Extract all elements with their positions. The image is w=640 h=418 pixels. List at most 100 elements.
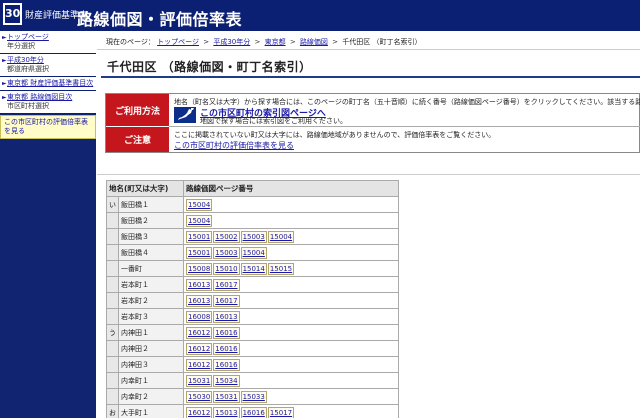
table-header-row: 地名(町又は大字) 路線価図ページ番号: [106, 180, 399, 197]
kana-index-cell: お: [106, 404, 119, 418]
arrow-right-icon: ►: [2, 80, 7, 87]
town-name-cell: 大手町１: [118, 404, 184, 418]
town-name-cell: 飯田橋３: [118, 228, 184, 245]
town-name-cell: 内幸町１: [118, 372, 184, 389]
page-number-link[interactable]: 16017: [213, 294, 240, 307]
page-number-link[interactable]: 15015: [267, 262, 295, 275]
town-name-cell: 一番町: [118, 260, 184, 277]
town-name-cell: 岩本町３: [118, 308, 184, 325]
table-row: う内神田１ 16012 16016: [106, 324, 399, 341]
sidebar-link-top[interactable]: トップページ: [7, 33, 49, 41]
table-row: 飯田橋２ 15004: [106, 212, 399, 229]
page-number-link[interactable]: 15004: [240, 246, 267, 259]
town-name-cell: 内神田１: [118, 324, 184, 341]
page-number-link[interactable]: 16012: [186, 326, 213, 339]
sidebar-item-sub: 年分選択: [7, 42, 35, 50]
sidebar-item-year[interactable]: ► 平成30年分 都道府県選択: [0, 54, 96, 77]
sidebar-link-contents[interactable]: 東京都 財産評価基準書目次: [7, 79, 93, 87]
page-number-link[interactable]: 16013: [186, 294, 213, 307]
title-underline: [101, 76, 640, 78]
sidebar-rate-table-link[interactable]: この市区町村の評価倍率表を見る: [0, 115, 96, 139]
page-links-cell: 16008 16013: [183, 308, 399, 325]
sidebar-item-contents[interactable]: ► 東京都 財産評価基準書目次: [0, 77, 96, 91]
town-name-cell: 岩本町２: [118, 292, 184, 309]
page-links-cell: 16012 16016: [183, 340, 399, 357]
breadcrumb: 現在のページ： トップページ > 平成30年分 > 東京都 > 路線価図 > 千…: [106, 37, 422, 47]
page-links-cell: 15004: [183, 212, 399, 229]
page-number-link[interactable]: 16016: [240, 406, 267, 418]
town-index-table: 地名(町又は大字) 路線価図ページ番号 い飯田橋１ 15004 飯田橋２ 15004 飯…: [106, 180, 399, 418]
kana-index-cell: い: [106, 196, 119, 213]
page-number-link[interactable]: 16013: [213, 310, 240, 323]
page-number-link[interactable]: 15031: [186, 374, 213, 387]
breadcrumb-separator: >: [332, 38, 339, 46]
page-number-link[interactable]: 15002: [213, 230, 240, 243]
page-number-link[interactable]: 16008: [186, 310, 213, 323]
table-row: 飯田橋３ 15001 15002 15003 15004: [106, 228, 399, 245]
page-number-link[interactable]: 16016: [213, 326, 240, 339]
page-links-cell: 16012 16016: [183, 324, 399, 341]
page-number-link[interactable]: 15031: [213, 390, 240, 403]
kana-index-cell: [106, 212, 119, 229]
usage-label: ご利用方法: [106, 94, 169, 126]
town-name-cell: 内神田２: [118, 340, 184, 357]
page-links-cell: 16012 15013 16016 15017: [183, 404, 399, 418]
page-number-link[interactable]: 15017: [267, 406, 295, 418]
divider: [97, 174, 640, 175]
page-number-link[interactable]: 15008: [186, 262, 213, 275]
page-number-link[interactable]: 16016: [213, 358, 240, 371]
sidebar-item-sub: 市区町村選択: [7, 102, 49, 110]
page-number-link[interactable]: 15010: [213, 262, 240, 275]
column-header-town: 地名(町又は大字): [106, 180, 184, 197]
sidebar-item-route-index[interactable]: ► 東京都 路線価図目次 市区町村選択: [0, 91, 96, 114]
page-number-link[interactable]: 15003: [240, 230, 267, 243]
page-number-link[interactable]: 15004: [186, 214, 213, 227]
page-links-cell: 15001 15002 15003 15004: [183, 228, 399, 245]
info-box: ご利用方法 地名（町名又は大字）から探す場合には、このページの町丁名（五十音順）…: [105, 93, 640, 153]
sidebar-item-sub: 都道府県選択: [7, 65, 49, 73]
page-title: 千代田区 （路線価図・町丁名索引）: [107, 60, 312, 74]
kana-index-cell: [106, 228, 119, 245]
sidebar-link-route-index[interactable]: 東京都 路線価図目次: [7, 93, 72, 101]
site-header: 30 財産評価基準書 路線価図・評価倍率表: [0, 0, 640, 31]
sidebar-link-year[interactable]: 平成30年分: [7, 56, 44, 64]
caution-text: ここに掲載されていない町又は大字には、路線価地域がありませんので、評価倍率表をご…: [174, 131, 496, 139]
divider: [169, 126, 640, 127]
town-name-cell: 飯田橋２: [118, 212, 184, 229]
arrow-right-icon: ►: [2, 57, 7, 64]
page-number-link[interactable]: 16013: [186, 278, 213, 291]
breadcrumb-separator: >: [254, 38, 261, 46]
page-number-link[interactable]: 15003: [213, 246, 240, 259]
page-number-link[interactable]: 15001: [186, 230, 213, 243]
kana-index-cell: [106, 292, 119, 309]
page-number-link[interactable]: 16012: [186, 358, 213, 371]
breadcrumb-item-top[interactable]: トップページ: [157, 38, 199, 46]
page-number-link[interactable]: 15013: [213, 406, 240, 418]
page-number-link[interactable]: 16012: [186, 406, 213, 418]
breadcrumb-separator: >: [203, 38, 210, 46]
page-links-cell: 15001 15003 15004: [183, 244, 399, 261]
page-number-link[interactable]: 16012: [186, 342, 213, 355]
rate-table-link[interactable]: この市区町村の評価倍率表を見る: [174, 140, 294, 151]
table-body: い飯田橋１ 15004 飯田橋２ 15004 飯田橋３ 15001 15002 15003 15…: [106, 196, 399, 418]
table-row: お大手町１ 16012 15013 16016 15017: [106, 404, 399, 418]
breadcrumb-item-route-map[interactable]: 路線価図: [300, 38, 328, 46]
table-row: 飯田橋４ 15001 15003 15004: [106, 244, 399, 261]
town-name-cell: 飯田橋１: [118, 196, 184, 213]
page-number-link[interactable]: 15014: [240, 262, 267, 275]
breadcrumb-item-year[interactable]: 平成30年分: [213, 38, 250, 46]
sidebar-item-top[interactable]: ► トップページ 年分選択: [0, 31, 96, 54]
main-content: 現在のページ： トップページ > 平成30年分 > 東京都 > 路線価図 > 千…: [97, 31, 640, 418]
page-number-link[interactable]: 16017: [213, 278, 240, 291]
page-number-link[interactable]: 15030: [186, 390, 213, 403]
japan-map-icon[interactable]: [174, 107, 196, 123]
page-number-link[interactable]: 15004: [186, 198, 213, 211]
page-links-cell: 15031 15034: [183, 372, 399, 389]
page-number-link[interactable]: 15004: [267, 230, 295, 243]
breadcrumb-item-prefecture[interactable]: 東京都: [265, 38, 286, 46]
page-number-link[interactable]: 16016: [213, 342, 240, 355]
page-number-link[interactable]: 15034: [213, 374, 240, 387]
kana-index-cell: [106, 388, 119, 405]
page-number-link[interactable]: 15033: [240, 390, 267, 403]
page-number-link[interactable]: 15001: [186, 246, 213, 259]
